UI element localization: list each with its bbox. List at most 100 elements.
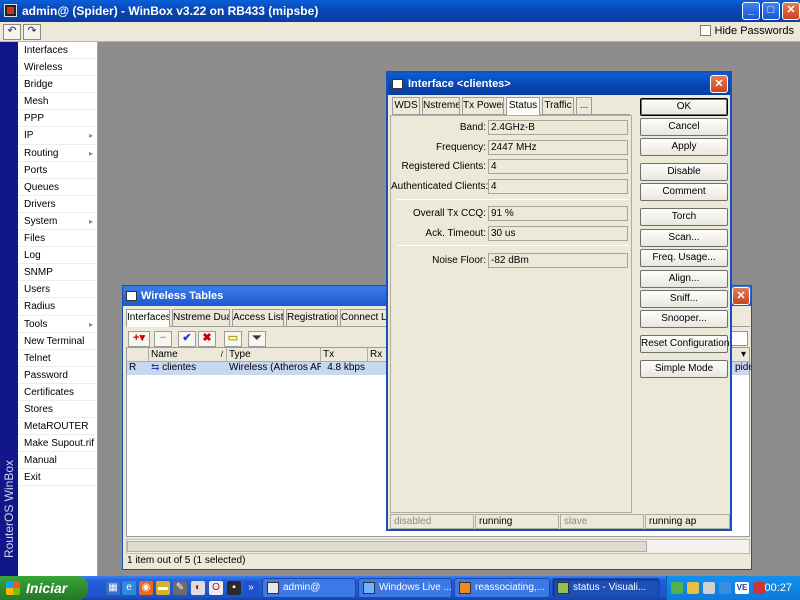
hide-passwords-checkbox[interactable]: Hide Passwords xyxy=(699,25,794,37)
tab-nstreme[interactable]: Nstreme xyxy=(422,97,460,114)
close-button[interactable]: ✕ xyxy=(782,2,800,20)
tab-nstreme-dual[interactable]: Nstreme Dual xyxy=(172,309,230,326)
menu-item-certificates[interactable]: Certificates xyxy=(18,384,97,401)
menu-item-new-terminal[interactable]: New Terminal xyxy=(18,333,97,350)
simple-mode-button[interactable]: Simple Mode xyxy=(640,360,728,378)
column-menu-icon[interactable]: ▾ xyxy=(739,348,751,362)
tab-interfaces[interactable]: Interfaces xyxy=(126,309,170,327)
add-icon[interactable]: +▾ xyxy=(128,331,150,347)
tab-status[interactable]: Status xyxy=(506,97,540,115)
checkbox-icon[interactable] xyxy=(699,25,711,36)
enable-icon[interactable]: ✔ xyxy=(178,331,196,347)
menu-item-wireless[interactable]: Wireless xyxy=(18,59,97,77)
menu-item-interfaces[interactable]: Interfaces xyxy=(18,42,97,60)
redo-icon[interactable]: ↷ xyxy=(23,24,41,40)
maximize-button[interactable]: □ xyxy=(762,2,780,20)
minimize-button[interactable]: _ xyxy=(742,2,760,20)
frequency-label: Frequency: xyxy=(435,142,486,153)
taskbar-item-windows-live[interactable]: Windows Live ... xyxy=(358,578,452,598)
shield-icon[interactable] xyxy=(671,582,683,594)
menu-item-exit[interactable]: Exit xyxy=(18,469,97,487)
menu-item-ppp[interactable]: PPP xyxy=(18,110,97,128)
menu-item-files[interactable]: Files xyxy=(18,230,97,248)
interface-dialog-titlebar[interactable]: Interface <clientes> xyxy=(388,73,730,95)
folder-quicklaunch-icon[interactable]: ▬ xyxy=(156,581,170,595)
sniff-button[interactable]: Sniff... xyxy=(640,290,728,308)
menu-item-ports[interactable]: Ports xyxy=(18,162,97,179)
menu-item-queues[interactable]: Queues xyxy=(18,179,97,196)
start-button[interactable]: Iniciar xyxy=(0,576,88,600)
ie-quicklaunch-icon[interactable]: e xyxy=(122,581,136,595)
menu-item-label: Make Supout.rif xyxy=(24,438,95,450)
menu-item-radius[interactable]: Radius xyxy=(18,298,97,316)
clock[interactable]: 00:27 xyxy=(764,576,792,600)
tab-connect-list[interactable]: Connect List xyxy=(340,309,392,326)
torch-button[interactable]: Torch xyxy=(640,208,728,226)
column-header-tx[interactable]: Tx xyxy=(321,348,368,362)
taskbar-item-status[interactable]: status - Visuali... xyxy=(552,578,660,598)
menu-item-metarouter[interactable]: MetaROUTER xyxy=(18,418,97,436)
menu-item-routing[interactable]: Routing ▸ xyxy=(18,145,97,162)
alert-icon[interactable] xyxy=(753,582,765,594)
menu-item-stores[interactable]: Stores xyxy=(18,401,97,419)
menu-item-drivers[interactable]: Drivers xyxy=(18,196,97,213)
undo-icon[interactable]: ↶ xyxy=(3,24,21,40)
comment-button[interactable]: Comment xyxy=(640,183,728,201)
menu-item-snmp[interactable]: SNMP xyxy=(18,264,97,282)
comment-icon[interactable]: ▭ xyxy=(224,331,242,347)
tab-access-list[interactable]: Access List xyxy=(232,309,284,326)
snooper-button[interactable]: Snooper... xyxy=(640,310,728,328)
menu-item-users[interactable]: Users xyxy=(18,281,97,299)
menu-item-make-supout-rif[interactable]: Make Supout.rif xyxy=(18,435,97,453)
app-quicklaunch-icon[interactable]: ◐ xyxy=(191,581,205,595)
show-more-icon[interactable]: » xyxy=(244,581,258,595)
disable-icon[interactable]: ✖ xyxy=(198,331,216,347)
interface-dialog-close-button[interactable]: ✕ xyxy=(710,75,728,93)
menu-item-log[interactable]: Log xyxy=(18,247,97,265)
menu-item-ip[interactable]: IP ▸ xyxy=(18,127,97,145)
menu-item-system[interactable]: System ▸ xyxy=(18,213,97,231)
disable-button[interactable]: Disable xyxy=(640,163,728,181)
wireless-tables-close-button[interactable]: ✕ xyxy=(732,287,750,305)
menu-item-bridge[interactable]: Bridge xyxy=(18,76,97,94)
tool-quicklaunch-icon[interactable]: ✎ xyxy=(173,581,187,595)
tab-registration[interactable]: Registration xyxy=(286,309,338,326)
freq-usage-button[interactable]: Freq. Usage... xyxy=(640,249,728,267)
column-header-type[interactable]: Type xyxy=(227,348,321,362)
start-label: Iniciar xyxy=(26,580,68,596)
menu-item-password[interactable]: Password xyxy=(18,367,97,384)
main-window-titlebar[interactable]: admin@ (Spider) - WinBox v3.22 on RB433 … xyxy=(0,0,800,22)
network-icon[interactable] xyxy=(687,582,699,594)
tab-tx-power[interactable]: Tx Power xyxy=(462,97,504,114)
horizontal-scrollbar[interactable] xyxy=(126,539,750,554)
explorer-quicklaunch-icon[interactable]: ▦ xyxy=(106,581,120,595)
reset-configuration-button[interactable]: Reset Configuration xyxy=(640,335,729,353)
tab-traffic[interactable]: Traffic xyxy=(542,97,574,114)
column-header-name[interactable]: Name / xyxy=(149,348,227,362)
firefox-quicklaunch-icon[interactable]: ◉ xyxy=(139,581,153,595)
menu-item-mesh[interactable]: Mesh xyxy=(18,93,97,111)
messenger-icon[interactable] xyxy=(719,582,731,594)
align-button[interactable]: Align... xyxy=(640,270,728,288)
scan-button[interactable]: Scan... xyxy=(640,229,728,247)
scrollbar-thumb[interactable] xyxy=(127,541,647,552)
volume-icon[interactable] xyxy=(703,582,715,594)
column-header-flag[interactable] xyxy=(127,348,149,362)
opera-quicklaunch-icon[interactable]: O xyxy=(209,581,223,595)
taskbar-item-winbox[interactable]: admin@ xyxy=(262,578,356,598)
language-indicator[interactable]: VE xyxy=(735,582,749,594)
ok-button[interactable]: OK xyxy=(640,98,728,116)
apply-button[interactable]: Apply xyxy=(640,138,728,156)
filter-icon[interactable]: ⏷ xyxy=(248,331,266,347)
tab-more[interactable]: ... xyxy=(576,97,592,114)
taskbar-item-reassociating[interactable]: reassociating,... xyxy=(454,578,550,598)
menu-item-telnet[interactable]: Telnet xyxy=(18,350,97,367)
winbox-quicklaunch-icon[interactable]: ▪ xyxy=(227,581,241,595)
cancel-button[interactable]: Cancel xyxy=(640,118,728,136)
remove-icon[interactable]: − xyxy=(154,331,172,347)
submenu-arrow-icon: ▸ xyxy=(88,319,93,329)
menu-item-tools[interactable]: Tools ▸ xyxy=(18,316,97,333)
menu-item-label: IP xyxy=(24,130,34,142)
tab-wds[interactable]: WDS xyxy=(392,97,420,114)
menu-item-manual[interactable]: Manual xyxy=(18,452,97,470)
